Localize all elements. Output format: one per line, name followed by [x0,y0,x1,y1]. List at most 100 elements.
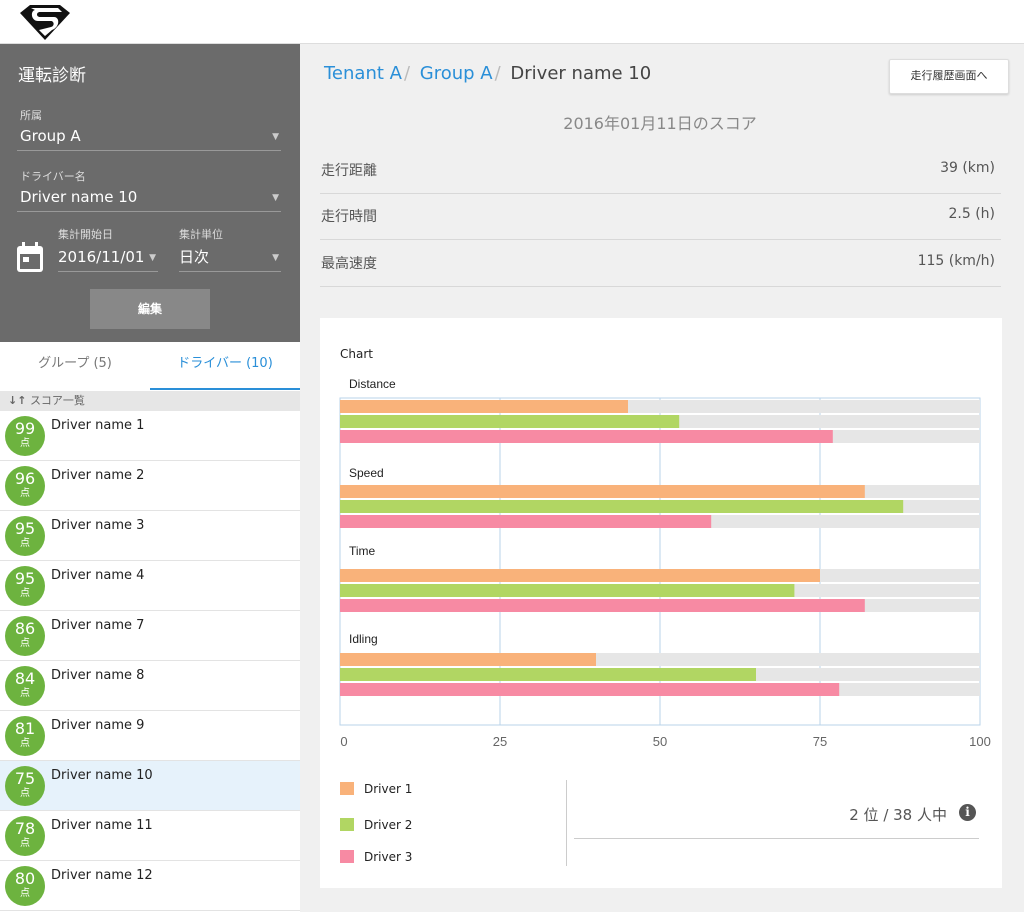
chevron-down-icon: ▼ [272,193,279,203]
driver-name: Driver name 10 [51,768,153,783]
sort-icon: ↓↑ [8,394,27,407]
bar[interactable] [340,584,795,597]
bar[interactable] [340,653,596,666]
history-button[interactable]: 走行履歴画面へ [889,59,1009,94]
list-header[interactable]: ↓↑ スコア一覧 [0,391,300,411]
list-item[interactable]: 80 点 Driver name 12 [0,861,300,911]
tab-driver[interactable]: ドライバー (10) [150,342,300,390]
bar[interactable] [340,569,820,582]
breadcrumb: Tenant A / Group A / Driver name 10 [324,63,651,84]
legend-item[interactable]: Driver 2 [340,818,412,832]
score-date: 2016年01月11日のスコア [563,114,757,133]
bar[interactable] [340,430,833,443]
list-item[interactable]: 99 点 Driver name 1 [0,411,300,461]
category-label: Speed [349,466,384,480]
score-value: 86 [14,619,36,638]
score-unit: 点 [20,838,30,849]
bar[interactable] [340,400,628,413]
tab-bar: グループ (5) ドライバー (10) [0,342,300,390]
driver-name: Driver name 12 [51,868,153,883]
unit-value: 日次 [179,248,210,266]
legend-item[interactable]: Driver 3 [340,850,412,864]
score-unit: 点 [20,438,30,449]
driver-select-value: Driver name 10 [20,188,138,206]
score-badge: 78 点 [5,816,45,856]
list-item[interactable]: 78 点 Driver name 11 [0,811,300,861]
category-label: Idling [349,632,378,646]
stat-row-distance: 走行距離 39 (km) [320,148,1001,194]
list-item[interactable]: 81 点 Driver name 9 [0,711,300,761]
score-badge: 84 点 [5,666,45,706]
rank-box: 2 位 / 38 人中 i [574,798,979,839]
score-unit: 点 [20,738,30,749]
list-item[interactable]: 95 点 Driver name 4 [0,561,300,611]
edit-button[interactable]: 編集 [90,289,210,329]
stat-label: 走行距離 [321,163,377,179]
info-icon[interactable]: i [959,804,976,821]
score-value: 96 [14,469,36,488]
bar[interactable] [340,668,756,681]
group-select[interactable]: Group A ▼ [17,123,281,151]
bar-chart: Distance Speed Time Idling 0 25 50 75 100 [339,377,991,749]
legend-label: Driver 1 [364,782,413,796]
chart-card: Chart Distance Speed Time Idling 0 25 50 75 100 … [320,318,1002,888]
list-item[interactable]: 95 点 Driver name 3 [0,511,300,561]
tab-group[interactable]: グループ (5) [0,342,150,390]
legend-label: Driver 3 [364,850,413,864]
tick-label: 100 [969,734,991,749]
stat-value: 115 (km/h) [917,253,995,269]
superman-logo-icon[interactable] [18,3,72,41]
filter-panel: 運転診断 所属 Group A ▼ ドライバー名 Driver name 10 … [0,44,300,342]
legend-item[interactable]: Driver 1 [340,782,412,796]
list-item[interactable]: 84 点 Driver name 8 [0,661,300,711]
score-unit: 点 [20,888,30,899]
bar[interactable] [340,683,840,696]
bar[interactable] [340,515,712,528]
breadcrumb-separator: / [403,63,411,84]
driver-name: Driver name 11 [51,818,153,833]
rank-text: 2 位 / 38 人中 [849,806,947,824]
driver-name: Driver name 4 [51,568,145,583]
score-unit: 点 [20,488,30,499]
driver-name: Driver name 2 [51,468,145,483]
score-value: 80 [14,869,36,888]
score-badge: 81 点 [5,716,45,756]
stat-label: 走行時間 [321,209,377,225]
bar[interactable] [340,485,865,498]
tick-label: 75 [813,734,827,749]
driver-label: ドライバー名 [20,170,86,183]
legend-swatch [340,850,354,863]
bar[interactable] [340,500,904,513]
driver-score-list: 99 点 Driver name 1 96 点 Driver name 2 95 点 Drive… [0,411,300,911]
chevron-down-icon: ▼ [272,132,279,142]
driver-name: Driver name 9 [51,718,145,733]
score-badge: 99 点 [5,416,45,456]
score-badge: 80 点 [5,866,45,906]
breadcrumb-group[interactable]: Group A [420,63,493,84]
score-value: 75 [14,769,36,788]
start-date-select[interactable]: 2016/11/01 ▼ [58,244,158,272]
stat-row-time: 走行時間 2.5 (h) [320,194,1001,240]
score-badge: 95 点 [5,516,45,556]
score-value: 95 [14,569,36,588]
list-item[interactable]: 75 点 Driver name 10 [0,761,300,811]
driver-name: Driver name 8 [51,668,145,683]
driver-name: Driver name 1 [51,418,145,433]
stat-value: 39 (km) [940,160,995,176]
legend-swatch [340,818,354,831]
bar[interactable] [340,415,680,428]
breadcrumb-driver: Driver name 10 [510,63,652,84]
breadcrumb-tenant[interactable]: Tenant A [324,63,402,84]
score-badge: 95 点 [5,566,45,606]
driver-select[interactable]: Driver name 10 ▼ [17,184,281,212]
score-unit: 点 [20,538,30,549]
bar[interactable] [340,599,865,612]
tick-label: 0 [340,734,347,749]
driver-name: Driver name 7 [51,618,145,633]
calendar-icon[interactable] [16,241,44,273]
score-unit: 点 [20,638,30,649]
list-item[interactable]: 86 点 Driver name 7 [0,611,300,661]
list-item[interactable]: 96 点 Driver name 2 [0,461,300,511]
unit-select[interactable]: 日次 ▼ [179,244,281,272]
start-date-label: 集計開始日 [58,228,113,241]
